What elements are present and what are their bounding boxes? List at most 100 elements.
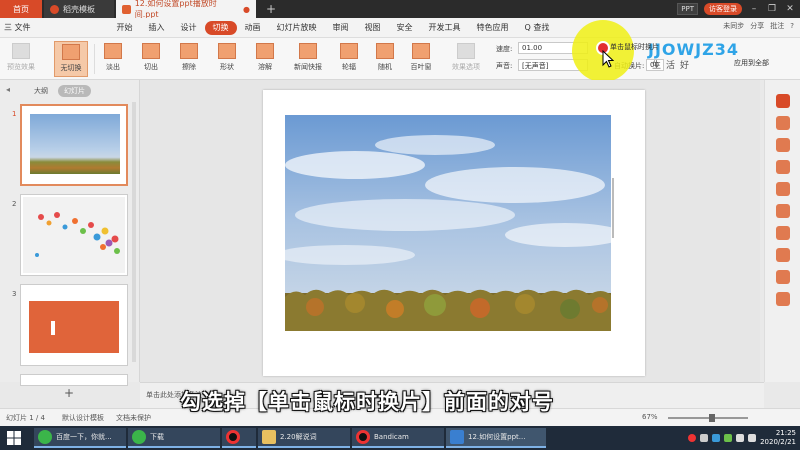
transition-cut-label: 切出 (144, 63, 158, 71)
slide-thumbnail-1[interactable] (20, 104, 128, 186)
menu-insert[interactable]: 插入 (141, 21, 173, 35)
object-icon[interactable] (776, 116, 790, 130)
tab-template[interactable]: 稻壳模板 (44, 0, 114, 18)
share-icon[interactable] (776, 226, 790, 240)
docer-logo-icon (50, 4, 59, 14)
transition-wheel-button[interactable]: 轮辐 (332, 41, 366, 77)
tray-ime-icon[interactable] (748, 434, 757, 442)
login-button[interactable]: 访客登录 (704, 3, 742, 15)
transition-cut-icon (142, 43, 160, 59)
editing-canvas (140, 80, 760, 382)
taskbar-downloads[interactable]: 下载 (128, 428, 220, 448)
close-icon[interactable]: ✕ (784, 4, 796, 14)
resize-handle[interactable] (612, 178, 614, 238)
taskbar-wps-label: 12.如何设置ppt... (468, 433, 526, 441)
theme-name: 默认设计模板 (62, 414, 104, 422)
ppt-file-icon (122, 4, 131, 14)
tray-app-icon[interactable] (700, 434, 709, 442)
transition-wipe-button[interactable]: 擦除 (172, 41, 206, 77)
apply-all-button[interactable]: 应用到全部 (734, 58, 769, 68)
taskbar-clock[interactable]: 21:25 2020/2/21 (760, 429, 796, 447)
preview-effect-button[interactable]: 预览效果 (4, 41, 38, 77)
tray-network-icon[interactable] (712, 434, 721, 442)
tab-outline[interactable]: 大纲 (30, 85, 52, 97)
menu-review[interactable]: 审阅 (325, 21, 357, 35)
collapse-panel-icon[interactable]: ◂ (6, 85, 10, 94)
settings-icon[interactable] (776, 270, 790, 284)
doc-protect-status[interactable]: 文档未保护 (116, 413, 151, 423)
menu-transition[interactable]: 切换 (204, 20, 237, 35)
ppt-chip[interactable]: PPT (677, 3, 698, 15)
windows-start-icon[interactable] (6, 430, 22, 446)
taskbar-bandicam[interactable]: Bandicam (352, 428, 444, 448)
tab-slides[interactable]: 幻灯片 (58, 85, 91, 97)
taskbar-wps[interactable]: 12.如何设置ppt... (446, 428, 546, 448)
browser-icon (38, 430, 52, 444)
more-icon[interactable] (776, 292, 790, 306)
new-tab-button[interactable]: + (262, 0, 280, 18)
minimize-icon[interactable]: – (748, 4, 760, 14)
transition-icon[interactable] (776, 160, 790, 174)
transition-dissolve-label: 溶解 (258, 63, 272, 71)
menu-slideshow[interactable]: 幻灯片放映 (269, 21, 325, 35)
tray-volume-icon[interactable] (736, 434, 745, 442)
transition-fade-button[interactable]: 淡出 (96, 41, 130, 77)
right-toolbar (764, 80, 800, 382)
effect-options-button[interactable]: 效果选项 (446, 41, 486, 77)
transition-newsflash-button[interactable]: 新闻快报 (286, 41, 330, 77)
tab-modified-dot-icon[interactable]: ● (243, 5, 250, 14)
slide-thumbnail-4[interactable] (20, 374, 128, 386)
transition-shape-label: 形状 (220, 63, 234, 71)
tray-record-icon[interactable] (688, 434, 697, 442)
transition-newsflash-icon (299, 43, 317, 59)
transition-blinds-button[interactable]: 百叶窗 (404, 41, 438, 77)
transition-none-button[interactable]: 无切换 (54, 41, 88, 77)
panel-scrollbar[interactable] (132, 102, 136, 362)
add-slide-button[interactable]: + (64, 386, 74, 400)
site-watermark-logo: JJOWJZ34 (648, 40, 739, 59)
slide-photo[interactable] (285, 115, 611, 331)
tab-document[interactable]: 12.如何设置ppt播放时间.ppt ● (116, 0, 256, 19)
menu-view[interactable]: 视图 (357, 21, 389, 35)
backup-icon[interactable] (776, 248, 790, 262)
menu-animation[interactable]: 动画 (237, 21, 269, 35)
menu-search[interactable]: Q 查找 (517, 21, 558, 35)
menu-security[interactable]: 安全 (389, 21, 421, 35)
slide-thumbnail-3[interactable] (20, 284, 128, 366)
share-button[interactable]: 分享 (750, 21, 764, 31)
animation-icon[interactable] (776, 138, 790, 152)
restore-icon[interactable]: ❐ (766, 4, 778, 14)
taskbar-browser[interactable]: 百度一下，你就... (34, 428, 126, 448)
zoom-slider[interactable] (668, 414, 748, 422)
comment-button[interactable]: 批注 (770, 21, 784, 31)
menu-features[interactable]: 特色应用 (469, 21, 517, 35)
thumbnail-photo (30, 114, 120, 174)
menu-design[interactable]: 设计 (173, 21, 205, 35)
transition-random-button[interactable]: 随机 (368, 41, 402, 77)
sync-status[interactable]: 未同步 (723, 21, 744, 31)
tray-security-icon[interactable] (724, 434, 733, 442)
zoom-slider-thumb[interactable] (709, 414, 715, 422)
preview-icon (12, 43, 30, 59)
help-icon[interactable]: ? (790, 22, 794, 30)
layout-icon[interactable] (776, 182, 790, 196)
transition-cut-button[interactable]: 切出 (134, 41, 168, 77)
taskbar-folder[interactable]: 2.20解说词 (258, 428, 350, 448)
taskbar-bandicam-label: Bandicam (374, 433, 409, 441)
current-slide[interactable] (263, 90, 645, 376)
menu-developer[interactable]: 开发工具 (421, 21, 469, 35)
transition-wipe-label: 擦除 (182, 63, 196, 71)
format-icon[interactable] (776, 94, 790, 108)
menu-file[interactable]: 三 文件 (0, 21, 39, 35)
zoom-level[interactable]: 67% (642, 413, 658, 421)
menu-home[interactable]: 开始 (109, 21, 141, 35)
transition-shape-icon (218, 43, 236, 59)
template-icon[interactable] (776, 204, 790, 218)
tab-home[interactable]: 首页 (0, 0, 42, 18)
slide-thumbnail-2[interactable] (20, 194, 128, 276)
taskbar-recorder[interactable] (222, 428, 256, 448)
transition-dissolve-button[interactable]: 溶解 (248, 41, 282, 77)
slide-number: 1 (12, 110, 17, 118)
transition-shape-button[interactable]: 形状 (210, 41, 244, 77)
sound-label: 声音: (496, 62, 513, 70)
